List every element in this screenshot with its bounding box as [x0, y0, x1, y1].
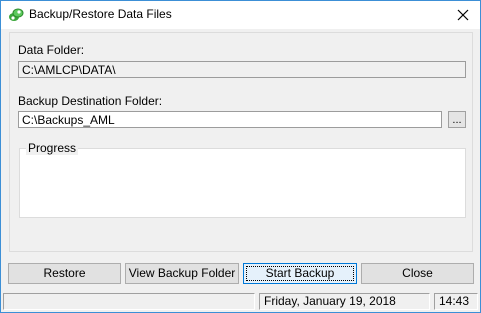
progress-label: Progress	[26, 141, 79, 155]
window-title: Backup/Restore Data Files	[29, 7, 172, 21]
data-folder-field[interactable]	[18, 61, 466, 78]
backup-destination-label: Backup Destination Folder:	[18, 94, 163, 108]
backup-destination-field[interactable]	[18, 111, 442, 128]
title-bar: Backup/Restore Data Files	[1, 1, 480, 29]
restore-button[interactable]: Restore	[8, 263, 121, 284]
close-icon	[457, 9, 469, 21]
status-message	[3, 293, 255, 310]
backup-restore-window: Backup/Restore Data Files Data Folder: B…	[0, 0, 481, 313]
browse-folder-button[interactable]: ...	[448, 111, 466, 128]
data-folder-label: Data Folder:	[18, 43, 85, 57]
start-backup-button[interactable]: Start Backup	[243, 263, 357, 284]
focus-rectangle	[246, 266, 354, 281]
main-panel: Data Folder: Backup Destination Folder: …	[9, 32, 473, 252]
status-time: 14:43	[434, 293, 478, 310]
close-button[interactable]: Close	[361, 263, 474, 284]
view-backup-folder-button[interactable]: View Backup Folder	[125, 263, 239, 284]
progress-group: Progress	[19, 141, 466, 218]
status-bar: Friday, January 19, 2018 14:43	[1, 290, 480, 312]
close-window-button[interactable]	[446, 1, 480, 29]
status-date: Friday, January 19, 2018	[259, 293, 430, 310]
app-icon	[9, 8, 24, 21]
